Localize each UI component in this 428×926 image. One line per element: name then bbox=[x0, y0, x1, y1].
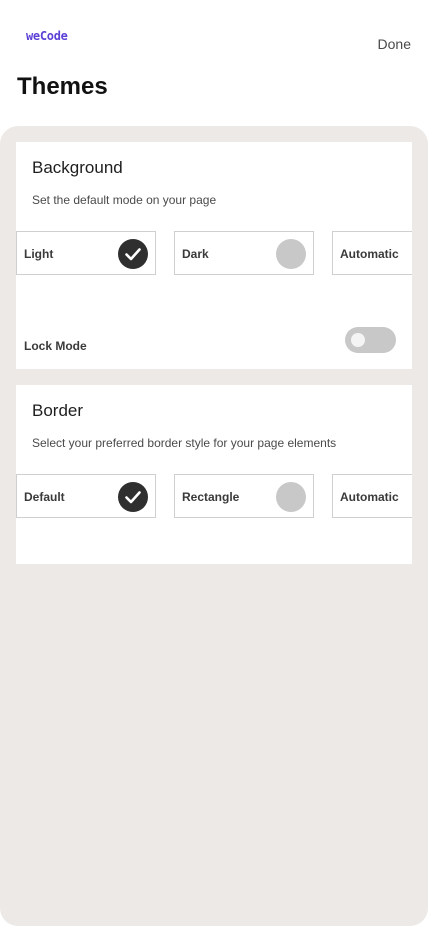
lock-mode-toggle[interactable] bbox=[345, 327, 396, 353]
option-label: Rectangle bbox=[182, 490, 240, 504]
background-title: Background bbox=[32, 158, 123, 177]
radio-circle-icon[interactable] bbox=[276, 239, 306, 269]
done-button[interactable]: Done bbox=[378, 36, 411, 52]
border-option-default[interactable]: Default bbox=[16, 474, 156, 518]
option-label: Default bbox=[24, 490, 65, 504]
background-subtitle: Set the default mode on your page bbox=[32, 193, 217, 207]
background-option-automatic[interactable]: Automatic bbox=[332, 231, 412, 275]
border-option-rectangle[interactable]: Rectangle bbox=[174, 474, 314, 518]
option-label: Automatic bbox=[340, 490, 399, 504]
settings-panel: Background Set the default mode on your … bbox=[0, 126, 428, 926]
option-label: Automatic bbox=[340, 247, 399, 261]
background-option-light[interactable]: Light bbox=[16, 231, 156, 275]
lock-mode-label: Lock Mode bbox=[24, 339, 87, 353]
wecode-logo: weCode bbox=[26, 29, 68, 43]
background-card: Background Set the default mode on your … bbox=[16, 142, 412, 369]
page-title: Themes bbox=[17, 73, 108, 100]
check-circle-icon[interactable] bbox=[118, 482, 148, 512]
border-option-automatic[interactable]: Automatic bbox=[332, 474, 412, 518]
toggle-knob bbox=[351, 333, 365, 347]
border-subtitle: Select your preferred border style for y… bbox=[32, 436, 337, 450]
radio-circle-icon[interactable] bbox=[276, 482, 306, 512]
themes-screen: weCode Done Themes Background Set the de… bbox=[0, 0, 428, 926]
check-circle-icon[interactable] bbox=[118, 239, 148, 269]
background-option-dark[interactable]: Dark bbox=[174, 231, 314, 275]
option-label: Dark bbox=[182, 247, 209, 261]
option-label: Light bbox=[24, 247, 54, 261]
border-title: Border bbox=[32, 401, 84, 420]
border-card: Border Select your preferred border styl… bbox=[16, 385, 412, 564]
